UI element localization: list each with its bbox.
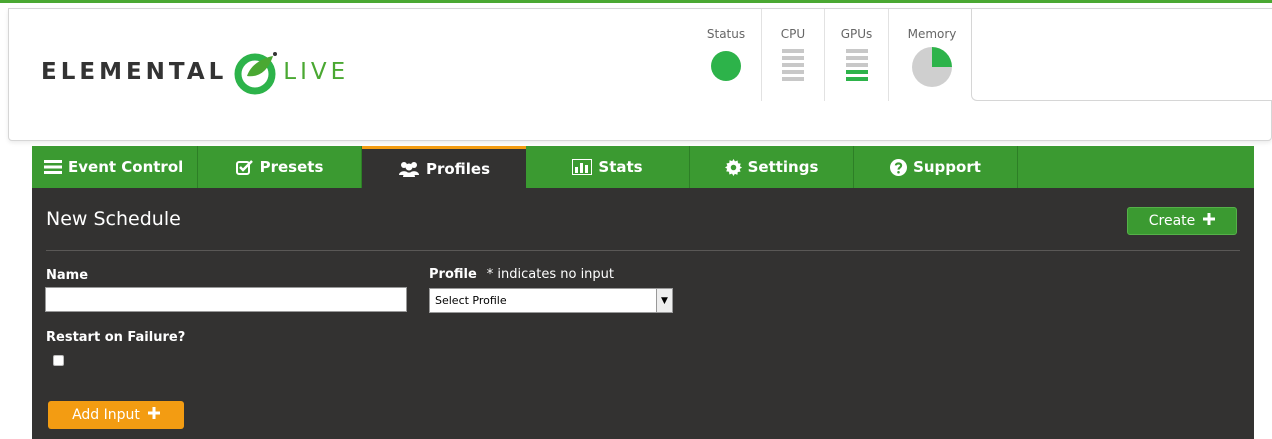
profile-select[interactable]: Select Profile ▼ bbox=[429, 288, 673, 313]
gpu-bars-icon bbox=[845, 49, 868, 81]
list-icon bbox=[44, 160, 62, 174]
tab-label: Profiles bbox=[425, 159, 491, 178]
header-right-panel bbox=[971, 9, 1272, 101]
tab-label: Support bbox=[913, 158, 981, 176]
name-input[interactable] bbox=[45, 287, 407, 312]
tab-presets[interactable]: Presets bbox=[198, 146, 362, 188]
tab-label: Event Control bbox=[68, 158, 184, 176]
elemental-live-logo[interactable]: ELEMENTAL LIVE bbox=[41, 47, 349, 97]
restart-label: Restart on Failure? bbox=[46, 330, 186, 345]
profile-select-value: Select Profile bbox=[435, 294, 507, 307]
tab-profiles[interactable]: Profiles bbox=[362, 146, 526, 188]
users-icon bbox=[398, 161, 420, 177]
name-label: Name bbox=[46, 268, 89, 283]
gpus-label: GPUs bbox=[840, 27, 873, 41]
tab-label: Stats bbox=[598, 158, 643, 176]
gpu-monitor[interactable]: GPUs bbox=[825, 9, 889, 101]
page-title: New Schedule bbox=[46, 208, 181, 230]
profile-label-group: Profile * indicates no input bbox=[429, 267, 614, 282]
create-label: Create bbox=[1148, 213, 1196, 229]
tab-event-control[interactable]: Event Control bbox=[32, 146, 198, 188]
create-button[interactable]: Create bbox=[1127, 207, 1237, 235]
tab-stats[interactable]: Stats bbox=[526, 146, 690, 188]
memory-monitor[interactable]: Memory bbox=[889, 9, 975, 101]
bar-chart-icon bbox=[572, 159, 593, 175]
cpu-monitor[interactable]: CPU bbox=[762, 9, 825, 101]
profile-note: * indicates no input bbox=[486, 267, 615, 282]
logo-text-elemental: ELEMENTAL bbox=[41, 59, 228, 85]
main-panel: Event Control Presets Profiles Stats Set… bbox=[32, 146, 1254, 439]
add-input-label: Add Input bbox=[72, 407, 140, 423]
main-nav: Event Control Presets Profiles Stats Set… bbox=[32, 146, 1254, 188]
cpu-bars-icon bbox=[782, 49, 804, 81]
status-monitor[interactable]: Status bbox=[691, 9, 762, 101]
profile-label: Profile bbox=[429, 267, 477, 282]
status-label: Status bbox=[706, 27, 746, 41]
app-header: ELEMENTAL LIVE Status CPU GPUs Memory bbox=[8, 8, 1272, 141]
chevron-down-icon: ▼ bbox=[656, 289, 672, 312]
plus-icon bbox=[147, 407, 160, 423]
memory-label: Memory bbox=[907, 27, 957, 41]
leaf-logo-icon bbox=[234, 52, 278, 95]
plus-icon bbox=[1203, 213, 1216, 229]
tab-support[interactable]: Support bbox=[854, 146, 1018, 188]
status-dot-icon bbox=[711, 51, 741, 81]
tab-label: Presets bbox=[259, 158, 324, 176]
add-input-button[interactable]: Add Input bbox=[48, 401, 184, 429]
memory-pie-icon bbox=[912, 47, 952, 87]
top-accent-line bbox=[0, 0, 1272, 3]
tab-label: Settings bbox=[747, 158, 819, 176]
logo-text-live: LIVE bbox=[283, 59, 350, 85]
cpu-label: CPU bbox=[780, 27, 806, 41]
title-divider bbox=[46, 250, 1240, 251]
question-icon bbox=[890, 158, 908, 176]
restart-checkbox[interactable] bbox=[53, 355, 64, 366]
gear-icon bbox=[724, 158, 742, 176]
checkbox-icon bbox=[235, 159, 254, 175]
system-monitors: Status CPU GPUs Memory bbox=[691, 9, 975, 101]
tab-settings[interactable]: Settings bbox=[690, 146, 854, 188]
